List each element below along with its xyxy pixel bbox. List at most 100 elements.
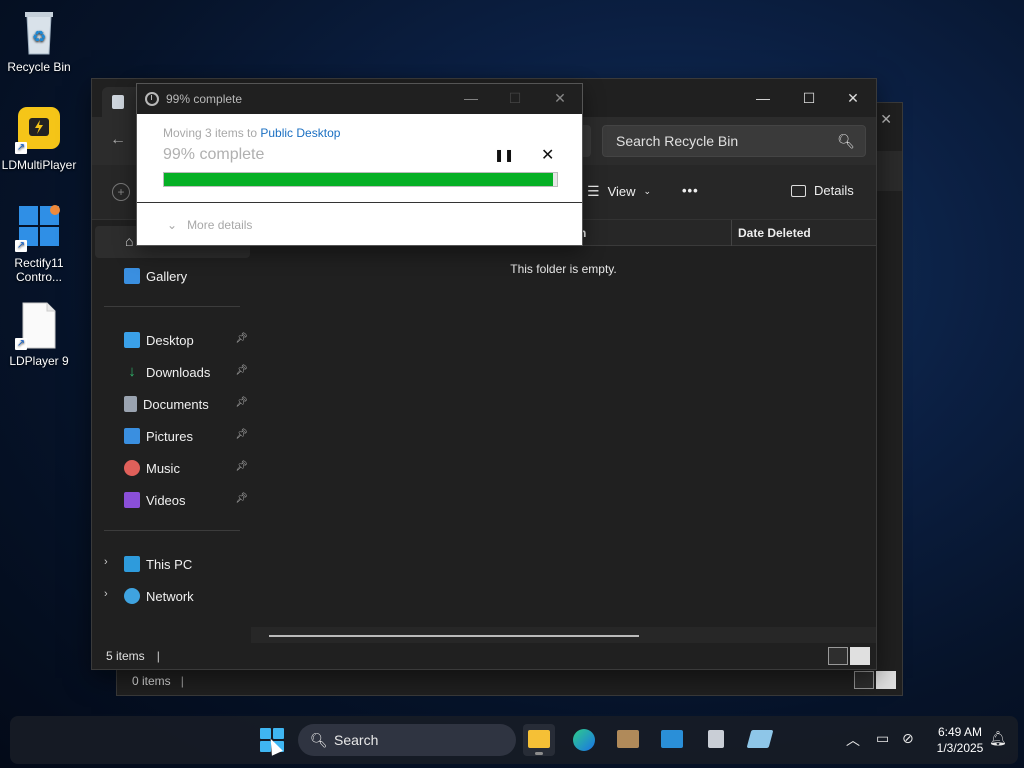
taskbar-notepad[interactable] [744, 724, 776, 756]
taskbar-file-explorer[interactable] [523, 724, 555, 756]
taskbar: 🔍︎ Search ︿ ▭ ⊘ 6:49 AM 1/3/2025 🔔︎ [10, 716, 1018, 764]
horizontal-scrollbar-thumb[interactable] [269, 635, 639, 637]
desktop-icon-ldmultiplayer[interactable]: ↗ LDMultiPlayer [1, 106, 77, 172]
details-pane-button[interactable]: Details [791, 183, 854, 198]
sidebar-item-music[interactable]: Music 📌︎ [124, 456, 248, 480]
network-tray-icon[interactable]: ▭ [876, 730, 889, 747]
svg-text:♻: ♻ [32, 29, 46, 46]
sidebar-item-downloads[interactable]: ↓ Downloads 📌︎ [124, 360, 248, 384]
item-count: 5 items [106, 649, 145, 663]
desktop-folder-icon [124, 332, 140, 348]
taskbar-photos[interactable] [656, 724, 688, 756]
taskbar-app[interactable] [700, 724, 732, 756]
status-divider: | [180, 674, 184, 688]
notepad-icon [746, 730, 774, 748]
shortcut-arrow-icon: ↗ [15, 240, 27, 252]
column-divider[interactable] [731, 220, 732, 246]
shortcut-arrow-icon: ↗ [15, 142, 27, 154]
pin-icon[interactable]: 📌︎ [235, 461, 248, 472]
close-icon[interactable]: ✕ [540, 84, 580, 114]
pictures-icon [124, 428, 140, 444]
recycle-bin-icon [112, 95, 124, 109]
item-count: 0 items [132, 674, 171, 688]
view-lines-icon: ☰ [587, 183, 600, 199]
desktop-icon-recycle-bin[interactable]: ♻ Recycle Bin [1, 8, 77, 74]
gallery-icon [124, 268, 140, 284]
tiles-view-button[interactable] [876, 671, 896, 689]
documents-icon [124, 396, 137, 412]
sidebar-item-this-pc[interactable]: This PC [124, 552, 248, 576]
taskbar-edge[interactable] [568, 724, 600, 756]
chevron-up-icon[interactable]: ︿ [846, 730, 860, 750]
details-pane-icon [791, 184, 806, 197]
dialog-title: 99% complete [166, 92, 243, 106]
pin-icon[interactable]: 📌︎ [235, 429, 248, 440]
chevron-right-icon[interactable]: › [104, 588, 108, 600]
chevron-down-icon: ⌄ [167, 218, 178, 232]
file-icon: ↗ [15, 302, 63, 350]
desktop-icon-label: Recycle Bin [7, 60, 71, 74]
status-bar: 5 items | [92, 643, 876, 669]
cancel-button[interactable]: ✕ [541, 145, 554, 165]
pin-icon[interactable]: 📌︎ [235, 493, 248, 504]
sidebar-item-gallery[interactable]: Gallery [124, 264, 248, 288]
file-list: n Date Deleted This folder is empty. [251, 220, 876, 645]
sidebar-item-desktop[interactable]: Desktop 📌︎ [124, 328, 248, 352]
desktop-icon-label: LDMultiPlayer [1, 158, 77, 172]
sidebar-item-network[interactable]: Network [124, 584, 248, 608]
status-divider: | [156, 649, 160, 663]
progress-bar [163, 172, 558, 187]
sidebar-item-pictures[interactable]: Pictures 📌︎ [124, 424, 248, 448]
videos-icon [124, 492, 140, 508]
new-item-icon[interactable]: + [112, 183, 130, 201]
taskbar-search-box[interactable]: 🔍︎ Search [298, 724, 516, 756]
search-icon: 🔍︎ [310, 732, 328, 748]
dialog-body: Moving 3 items to Public Desktop 99% com… [137, 114, 582, 246]
column-date-deleted-header[interactable]: Date Deleted [738, 226, 811, 240]
taskbar-store[interactable] [612, 724, 644, 756]
sidebar-item-videos[interactable]: Videos 📌︎ [124, 488, 248, 512]
pin-icon[interactable]: 📌︎ [235, 365, 248, 376]
moving-status-text: Moving 3 items to Public Desktop [163, 126, 341, 140]
minimize-icon[interactable]: — [740, 85, 786, 111]
percent-complete-text: 99% complete [163, 146, 265, 163]
more-details-toggle[interactable]: ⌄ More details [167, 218, 252, 232]
shortcut-arrow-icon: ↗ [15, 338, 27, 350]
maximize-icon[interactable]: ☐ [786, 85, 832, 111]
pause-button[interactable]: ❚❚ [494, 148, 514, 162]
tiles-view-button[interactable] [850, 647, 870, 665]
system-clock[interactable]: 6:49 AM 1/3/2025 [930, 724, 990, 756]
download-arrow-icon: ↓ [128, 363, 136, 380]
background-window-edge [874, 151, 902, 191]
app-icon [708, 730, 724, 748]
divider [137, 202, 582, 203]
search-icon[interactable]: 🔍︎ [837, 126, 855, 156]
pin-icon[interactable]: 📌︎ [235, 397, 248, 408]
clock-icon [145, 92, 159, 106]
close-icon[interactable]: ✕ [830, 85, 876, 111]
desktop-icon-ldplayer9[interactable]: ↗ LDPlayer 9 [1, 302, 77, 368]
minimize-icon[interactable]: — [451, 84, 491, 114]
chevron-right-icon[interactable]: › [104, 556, 108, 568]
details-view-button[interactable] [854, 671, 874, 689]
back-arrow-icon[interactable]: ← [110, 131, 126, 149]
search-input[interactable]: Search Recycle Bin 🔍︎ [602, 125, 866, 157]
sidebar-item-documents[interactable]: Documents 📌︎ [124, 392, 248, 416]
details-view-button[interactable] [828, 647, 848, 665]
desktop-icon-rectify11[interactable]: ↗ Rectify11 Contro... [1, 204, 77, 284]
photos-icon [661, 730, 683, 748]
notification-bell-icon[interactable]: 🔔︎ [989, 730, 1007, 747]
pin-icon[interactable]: 📌︎ [235, 333, 248, 344]
file-operation-progress-dialog[interactable]: 99% complete — ☐ ✕ Moving 3 items to Pub… [136, 83, 583, 246]
more-options-button[interactable]: ••• [682, 183, 699, 198]
destination-link[interactable]: Public Desktop [260, 126, 340, 140]
view-toggle [828, 647, 870, 665]
network-icon [124, 588, 140, 604]
volume-tray-icon[interactable]: ⊘ [902, 730, 914, 747]
ldmultiplayer-icon: ↗ [15, 106, 63, 154]
dialog-title-bar: 99% complete — ☐ ✕ [137, 84, 582, 114]
close-icon[interactable]: ✕ [880, 111, 892, 128]
windows-logo-tile [260, 728, 271, 739]
view-menu-button[interactable]: ☰ View ⌄ [587, 183, 651, 200]
progress-bar-fill [164, 173, 554, 186]
